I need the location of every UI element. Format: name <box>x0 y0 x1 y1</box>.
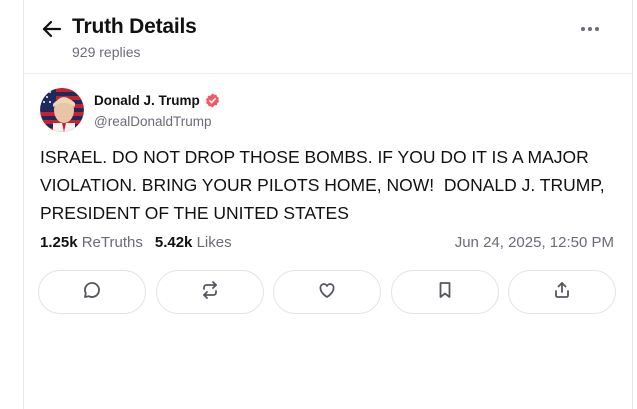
right-column-border <box>632 0 633 409</box>
like-button[interactable] <box>273 270 381 314</box>
more-options-icon[interactable] <box>578 20 602 38</box>
bookmark-icon <box>435 280 455 305</box>
reply-button[interactable] <box>38 270 146 314</box>
retruths-stat[interactable]: 1.25k ReTruths <box>40 234 143 251</box>
post-text: ISRAEL. DO NOT DROP THOSE BOMBS. IF YOU … <box>40 147 610 223</box>
verified-badge-icon <box>205 93 220 108</box>
retruth-button[interactable] <box>155 270 264 314</box>
replies-count: 929 replies <box>72 44 141 60</box>
likes-label: Likes <box>196 234 232 251</box>
author-name-text: Donald J. Trump <box>94 93 200 108</box>
author-handle[interactable]: @realDonaldTrump <box>94 114 212 129</box>
retruths-count: 1.25k <box>40 234 78 251</box>
reply-icon <box>82 280 102 305</box>
truth-details-page: Truth Details 929 replies Donald J. Trum… <box>0 0 637 409</box>
post-timestamp: Jun 24, 2025, 12:50 PM <box>454 234 614 251</box>
share-button[interactable] <box>508 270 616 314</box>
post-stats: 1.25k ReTruths 5.42k Likes <box>40 234 232 251</box>
author-name[interactable]: Donald J. Trump <box>94 93 220 108</box>
likes-stat[interactable]: 5.42k Likes <box>155 234 232 251</box>
share-icon <box>552 280 572 305</box>
left-column-border <box>23 0 24 409</box>
retruths-label: ReTruths <box>81 234 143 251</box>
like-icon <box>317 280 337 305</box>
bookmark-button[interactable] <box>390 270 499 314</box>
retruth-icon <box>200 280 220 305</box>
back-arrow-icon[interactable] <box>40 18 64 40</box>
post-actions <box>38 270 616 314</box>
page-title: Truth Details <box>72 15 197 38</box>
likes-count: 5.42k <box>154 234 193 251</box>
avatar[interactable] <box>40 88 84 132</box>
header-divider <box>24 73 632 74</box>
